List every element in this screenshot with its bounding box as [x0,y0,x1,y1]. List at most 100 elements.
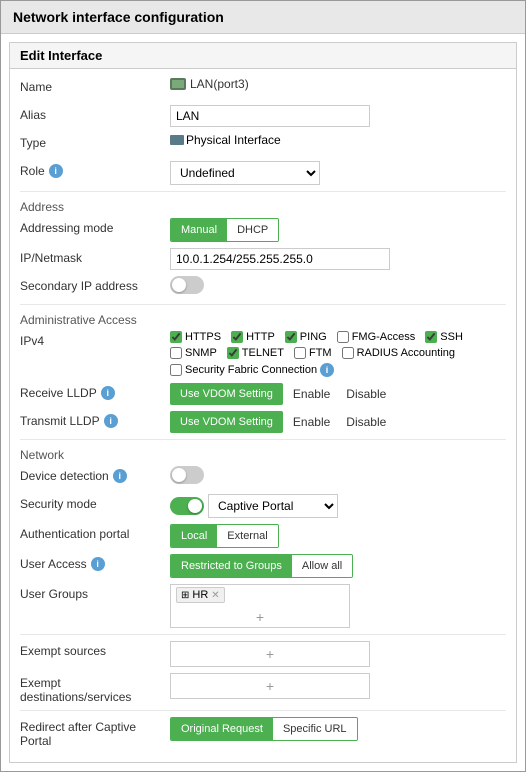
restricted-groups-btn[interactable]: Restricted to Groups [171,555,292,577]
device-detection-label: Device detection i [20,466,170,483]
ping-checkbox-item[interactable]: PING [285,331,327,343]
original-request-btn[interactable]: Original Request [171,718,273,740]
allow-all-btn[interactable]: Allow all [292,555,352,577]
ping-checkbox[interactable] [285,331,297,343]
name-label: Name [20,77,170,94]
snmp-label: SNMP [185,347,217,359]
local-btn[interactable]: Local [171,525,217,547]
secondary-ip-toggle[interactable] [170,276,204,294]
device-detection-control [170,466,506,484]
external-btn[interactable]: External [217,525,277,547]
exempt-dest-row: Exempt destinations/services + [20,673,506,704]
https-checkbox-item[interactable]: HTTPS [170,331,221,343]
ip-netmask-control [170,248,506,270]
edit-interface-box: Edit Interface Name LAN(port3) Alias [9,42,517,763]
exempt-dest-control: + [170,673,506,699]
exempt-sources-input[interactable]: + [170,641,370,667]
http-checkbox-item[interactable]: HTTP [231,331,275,343]
telnet-checkbox-item[interactable]: TELNET [227,347,284,359]
security-mode-control: Captive Portal [170,494,506,518]
device-detection-toggle[interactable] [170,466,204,484]
ipv4-label: IPv4 [20,331,170,348]
specific-url-btn[interactable]: Specific URL [273,718,357,740]
exempt-sources-row: Exempt sources + [20,641,506,667]
security-mode-dropdown[interactable]: Captive Portal [208,494,338,518]
security-fabric-checkbox[interactable] [170,364,182,376]
ip-netmask-input[interactable] [170,248,390,270]
receive-lldp-enable-btn[interactable]: Enable [287,385,336,403]
http-checkbox[interactable] [231,331,243,343]
user-group-remove-btn[interactable]: ✕ [211,590,219,601]
ftm-checkbox[interactable] [294,347,306,359]
ssh-checkbox-item[interactable]: SSH [425,331,463,343]
fmg-label: FMG-Access [352,331,416,343]
security-mode-toggle[interactable] [170,497,204,515]
manual-btn[interactable]: Manual [171,219,227,241]
transmit-lldp-disable-btn[interactable]: Disable [340,413,392,431]
receive-lldp-label: Receive LLDP i [20,383,170,400]
divider-1 [20,191,506,192]
role-row: Role i Undefined [20,161,506,185]
security-fabric-info-icon[interactable]: i [320,363,334,377]
user-groups-row: User Groups ⊞ HR ✕ + [20,584,506,628]
radius-checkbox[interactable] [342,347,354,359]
ftm-label: FTM [309,347,332,359]
physical-interface-icon [170,135,184,145]
receive-lldp-vdom-btn[interactable]: Use VDOM Setting [170,383,283,405]
lan-interface-icon [170,78,186,90]
role-info-icon[interactable]: i [49,164,63,178]
user-group-value: HR [192,589,208,601]
user-groups-add-btn[interactable]: + [176,609,344,625]
telnet-checkbox[interactable] [227,347,239,359]
role-control: Undefined [170,161,506,185]
snmp-checkbox-item[interactable]: SNMP [170,347,217,359]
role-label: Role i [20,161,170,178]
user-groups-label: User Groups [20,584,170,601]
fmg-checkbox[interactable] [337,331,349,343]
admin-access-section-title: Administrative Access [20,313,506,327]
receive-lldp-info-icon[interactable]: i [101,386,115,400]
user-groups-control: ⊞ HR ✕ + [170,584,506,628]
security-fabric-label: Security Fabric Connection [185,364,317,376]
ftm-checkbox-item[interactable]: FTM [294,347,332,359]
http-label: HTTP [246,331,275,343]
ssh-label: SSH [440,331,463,343]
redirect-label: Redirect after Captive Portal [20,717,170,748]
transmit-lldp-vdom-btn[interactable]: Use VDOM Setting [170,411,283,433]
ssh-checkbox[interactable] [425,331,437,343]
type-value: Physical Interface [186,133,281,147]
type-control: Physical Interface [170,133,506,147]
fmg-checkbox-item[interactable]: FMG-Access [337,331,416,343]
ip-netmask-row: IP/Netmask [20,248,506,270]
ip-netmask-label: IP/Netmask [20,248,170,265]
radius-checkbox-item[interactable]: RADIUS Accounting [342,347,455,359]
https-checkbox[interactable] [170,331,182,343]
snmp-checkbox[interactable] [170,347,182,359]
device-detection-info-icon[interactable]: i [113,469,127,483]
transmit-lldp-enable-btn[interactable]: Enable [287,413,336,431]
role-dropdown[interactable]: Undefined [170,161,320,185]
user-access-toggle-group: Restricted to Groups Allow all [170,554,353,578]
type-value-container: Physical Interface [170,133,281,147]
exempt-sources-control: + [170,641,506,667]
security-fabric-checkbox-item[interactable]: Security Fabric Connection i [170,363,506,377]
page-title: Network interface configuration [1,1,525,34]
transmit-lldp-info-icon[interactable]: i [104,414,118,428]
network-interface-config: Network interface configuration Edit Int… [0,0,526,772]
exempt-dest-label: Exempt destinations/services [20,673,170,704]
user-access-info-icon[interactable]: i [91,557,105,571]
addressing-mode-row: Addressing mode Manual DHCP [20,218,506,242]
name-row: Name LAN(port3) [20,77,506,99]
addressing-mode-toggle-group: Manual DHCP [170,218,279,242]
alias-input[interactable] [170,105,370,127]
alias-control [170,105,506,127]
addressing-mode-label: Addressing mode [20,218,170,235]
divider-4 [20,634,506,635]
name-value: LAN(port3) [190,77,249,91]
radius-label: RADIUS Accounting [357,347,455,359]
receive-lldp-disable-btn[interactable]: Disable [340,385,392,403]
redirect-toggle-group: Original Request Specific URL [170,717,358,741]
type-label: Type [20,133,170,150]
exempt-dest-input[interactable]: + [170,673,370,699]
dhcp-btn[interactable]: DHCP [227,219,278,241]
